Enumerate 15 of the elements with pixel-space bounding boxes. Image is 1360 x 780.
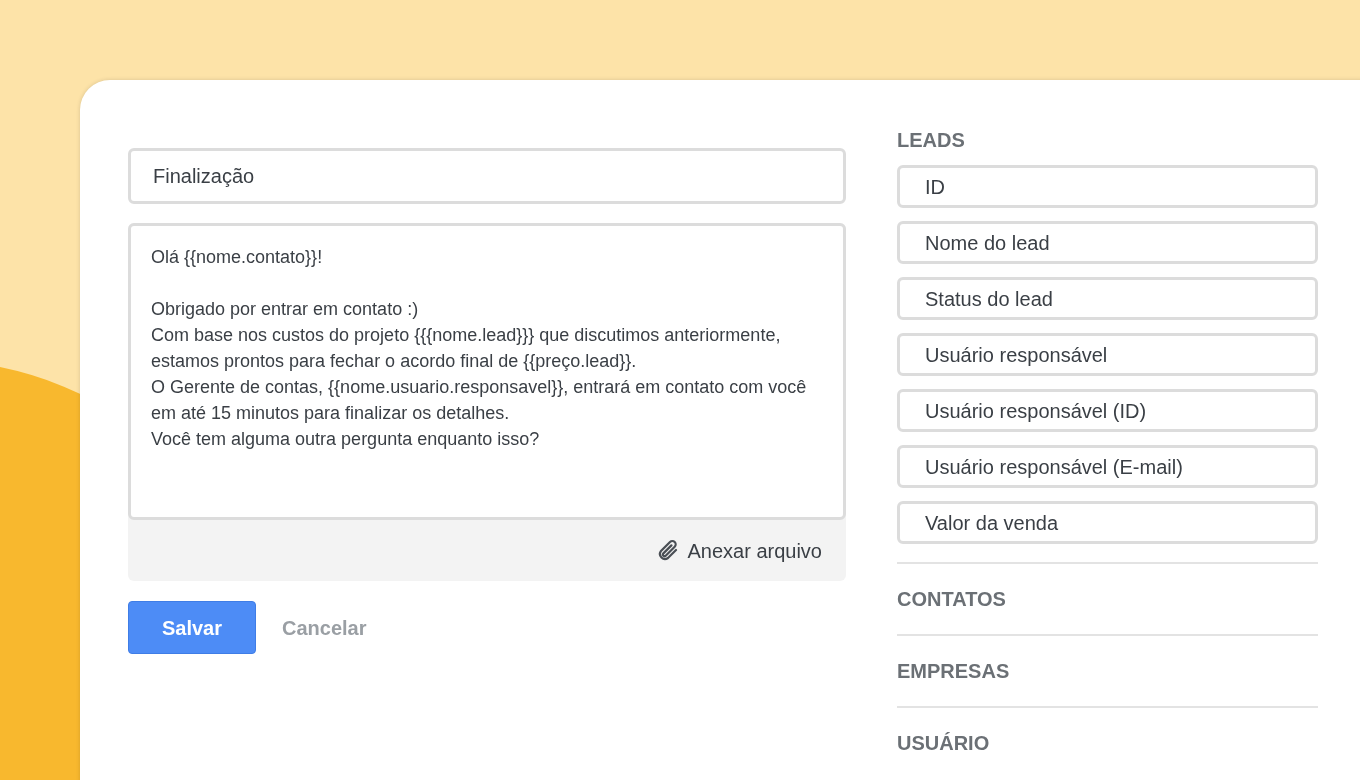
title-field[interactable]: Finalização	[128, 148, 846, 204]
message-field[interactable]: Olá {{nome.contato}}! Obrigado por entrar em contato :) Com base nos custos do projeto {{{nome.lead}}} que discutimos anteriormente, estamos prontos para fechar o acordo final de {{preço.lead}}. O Gerente de contas, {{nome.usuario.responsavel}}, entrará em contato com você em até 15 minutos para finalizar os detalhes. Você tem alguma outra pergunta enquanto isso?	[128, 223, 846, 520]
attach-file-link[interactable]: Anexar arquivo	[657, 535, 822, 566]
section-header[interactable]: EMPRESAS	[897, 656, 1318, 686]
field-tag[interactable]: Usuário responsável (ID)	[897, 389, 1318, 432]
field-tag[interactable]: Usuário responsável (E-mail)	[897, 445, 1318, 488]
field-tag[interactable]: ID	[897, 165, 1318, 208]
field-tag[interactable]: Nome do lead	[897, 221, 1318, 264]
section-header[interactable]: USUÁRIO	[897, 728, 1318, 758]
field-tag[interactable]: Status do lead	[897, 277, 1318, 320]
field-tag[interactable]: Valor da venda	[897, 501, 1318, 544]
section-header[interactable]: LEADS	[897, 125, 1318, 155]
section-header[interactable]: CONTATOS	[897, 584, 1318, 614]
paperclip-icon	[657, 538, 680, 563]
field-tag[interactable]: Usuário responsável	[897, 333, 1318, 376]
